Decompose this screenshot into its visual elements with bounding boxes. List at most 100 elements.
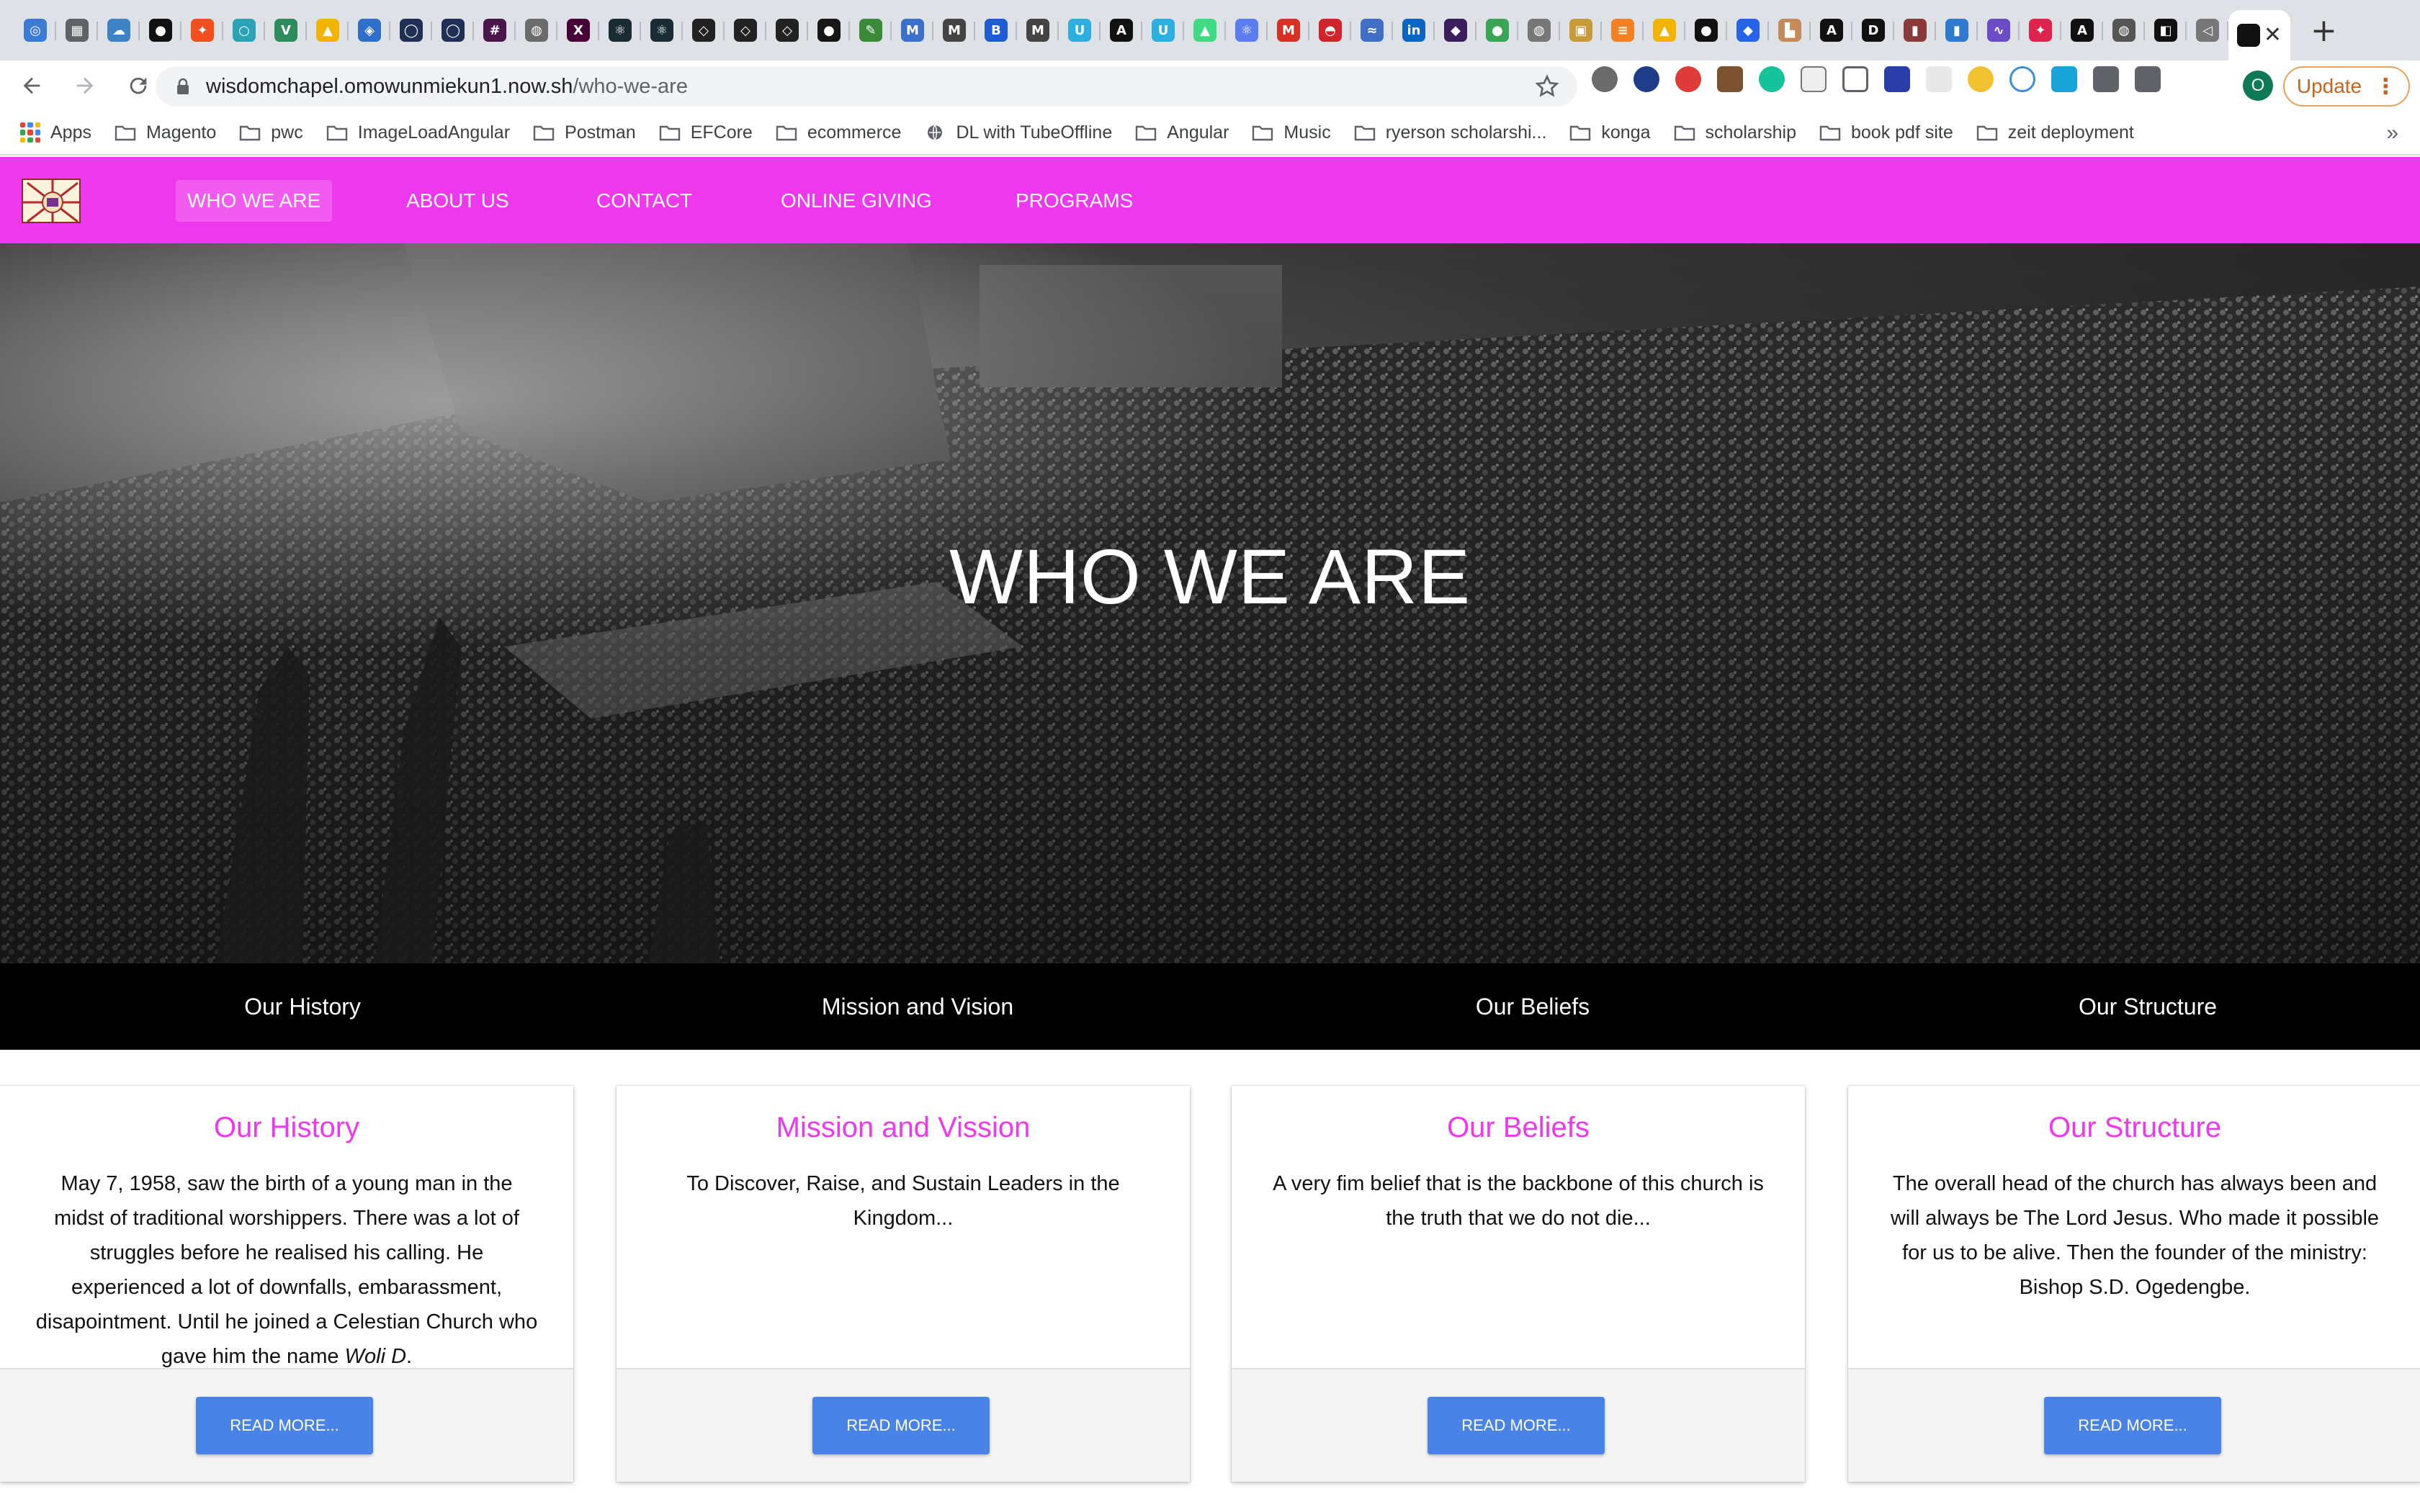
browser-tab[interactable]: ◁ — [2187, 0, 2228, 60]
browser-tab[interactable]: ● — [808, 0, 850, 60]
browser-tab[interactable]: ● — [140, 0, 182, 60]
nav-link-programs[interactable]: PROGRAMS — [1004, 180, 1144, 222]
browser-tab[interactable]: ▲ — [1644, 0, 1685, 60]
church-logo[interactable] — [22, 179, 81, 223]
bookmark-item[interactable]: EFCore — [659, 122, 753, 143]
reading-list-icon[interactable] — [2135, 66, 2161, 92]
bookmark-item[interactable]: DL with TubeOffline — [924, 122, 1112, 143]
browser-tab[interactable]: A — [2061, 0, 2103, 60]
browser-tab[interactable]: M — [1268, 0, 1309, 60]
section-tab-our-structure[interactable]: Our Structure — [1845, 963, 2420, 1050]
bookmark-item[interactable]: Music — [1252, 122, 1331, 143]
new-tab-button[interactable]: + — [2311, 12, 2337, 49]
browser-tab[interactable]: ≈ — [1351, 0, 1393, 60]
nav-link-who-we-are[interactable]: WHO WE ARE — [176, 180, 333, 222]
browser-tab[interactable]: ◇ — [683, 0, 725, 60]
graduation-extension-icon[interactable] — [1884, 66, 1910, 92]
back-button[interactable] — [10, 64, 53, 107]
browser-tab[interactable]: ◆ — [1727, 0, 1769, 60]
browser-tab[interactable]: U — [1142, 0, 1184, 60]
active-browser-tab[interactable]: ✕ — [2228, 10, 2290, 60]
browser-tab[interactable]: ∿ — [1978, 0, 2020, 60]
moon-extension-icon[interactable] — [1968, 66, 1994, 92]
screen-extension-icon[interactable] — [2051, 66, 2077, 92]
bookmark-item[interactable]: Angular — [1135, 122, 1229, 143]
forward-button[interactable] — [63, 64, 107, 107]
browser-tab[interactable]: ◧ — [2145, 0, 2187, 60]
pocket-extension-icon[interactable] — [1842, 66, 1868, 92]
browser-tab[interactable]: U — [1059, 0, 1101, 60]
browser-tab[interactable]: ◍ — [516, 0, 557, 60]
bookmark-item[interactable]: Apps — [20, 122, 91, 143]
read-more-button[interactable]: READ MORE... — [812, 1397, 990, 1454]
bookmark-item[interactable]: book pdf site — [1819, 122, 1953, 143]
nav-link-about-us[interactable]: ABOUT US — [395, 180, 521, 222]
address-bar[interactable]: wisdomchapel.omowunmiekun1.now.sh/who-we… — [156, 66, 1577, 107]
browser-tab[interactable]: M — [933, 0, 975, 60]
browser-tab[interactable]: ▙ — [1769, 0, 1811, 60]
nav-link-contact[interactable]: CONTACT — [585, 180, 704, 222]
browser-tab[interactable]: ◍ — [1518, 0, 1560, 60]
grammarly-extension-icon[interactable] — [1759, 66, 1785, 92]
json-extension-icon[interactable] — [1801, 66, 1827, 92]
section-tab-mission-and-vision[interactable]: Mission and Vision — [615, 963, 1220, 1050]
browser-tab[interactable]: ▦ — [56, 0, 98, 60]
browser-tab[interactable]: ◯ — [432, 0, 474, 60]
bookmark-item[interactable]: scholarship — [1674, 122, 1796, 143]
browser-tab[interactable]: ▲ — [307, 0, 349, 60]
browser-tab[interactable]: ● — [1476, 0, 1518, 60]
red-extension-icon[interactable] — [1675, 66, 1701, 92]
read-more-button[interactable]: READ MORE... — [196, 1397, 373, 1454]
browser-tab[interactable]: M — [892, 0, 933, 60]
browser-tab[interactable]: ◯ — [390, 0, 432, 60]
browser-tab[interactable]: A — [1811, 0, 1852, 60]
profile-avatar[interactable]: O — [2243, 71, 2273, 101]
puzzle-extensions-icon[interactable] — [2093, 66, 2119, 92]
heart-extension-icon[interactable] — [1634, 66, 1659, 92]
browser-tab[interactable]: V — [265, 0, 307, 60]
hex-extension-icon[interactable] — [2009, 66, 2035, 92]
bookmark-item[interactable]: pwc — [239, 122, 303, 143]
browser-tab[interactable]: ● — [1685, 0, 1727, 60]
extension-icon-1[interactable] — [1592, 66, 1618, 92]
browser-tab[interactable]: in — [1393, 0, 1435, 60]
browser-tab[interactable]: ▣ — [1560, 0, 1602, 60]
bookmarks-overflow-button[interactable]: » — [2386, 121, 2398, 145]
eyedropper-extension-icon[interactable] — [1717, 66, 1743, 92]
browser-tab[interactable]: ▮ — [1936, 0, 1978, 60]
browser-tab[interactable]: M — [1017, 0, 1059, 60]
section-tab-our-history[interactable]: Our History — [0, 963, 605, 1050]
bookmark-star-icon[interactable] — [1534, 73, 1560, 99]
browser-tab[interactable]: ○ — [223, 0, 265, 60]
browser-tab[interactable]: ▮ — [1894, 0, 1936, 60]
close-tab-icon[interactable]: ✕ — [2264, 24, 2282, 46]
browser-tab[interactable]: ✦ — [2020, 0, 2061, 60]
update-button[interactable]: Update ⋮ — [2283, 66, 2410, 107]
browser-tab[interactable]: ◇ — [725, 0, 766, 60]
section-tab-our-beliefs[interactable]: Our Beliefs — [1230, 963, 1835, 1050]
browser-tab[interactable]: ◍ — [2103, 0, 2145, 60]
browser-tab[interactable]: X — [557, 0, 599, 60]
reload-button[interactable] — [117, 64, 160, 107]
blank-extension-icon[interactable] — [1926, 66, 1952, 92]
browser-tab[interactable]: ✦ — [182, 0, 223, 60]
browser-tab[interactable]: B — [975, 0, 1017, 60]
browser-tab[interactable]: ☁ — [98, 0, 140, 60]
bookmark-item[interactable]: konga — [1569, 122, 1651, 143]
browser-tab[interactable]: ⚛ — [641, 0, 683, 60]
browser-tab[interactable]: # — [474, 0, 516, 60]
browser-tab[interactable]: ✎ — [850, 0, 892, 60]
browser-tab[interactable]: ⚛ — [1226, 0, 1268, 60]
browser-tab[interactable]: ◇ — [766, 0, 808, 60]
bookmark-item[interactable]: ryerson scholarshi... — [1354, 122, 1546, 143]
browser-tab[interactable]: ▲ — [1184, 0, 1226, 60]
browser-tab[interactable]: A — [1101, 0, 1142, 60]
browser-tab[interactable]: ⚛ — [599, 0, 641, 60]
nav-link-online-giving[interactable]: ONLINE GIVING — [769, 180, 944, 222]
browser-tab[interactable]: ◆ — [1435, 0, 1476, 60]
browser-tab[interactable]: ◓ — [1309, 0, 1351, 60]
bookmark-item[interactable]: Magento — [115, 122, 216, 143]
browser-tab[interactable]: ◈ — [349, 0, 390, 60]
browser-tab[interactable]: ≡ — [1602, 0, 1644, 60]
bookmark-item[interactable]: Postman — [533, 122, 636, 143]
